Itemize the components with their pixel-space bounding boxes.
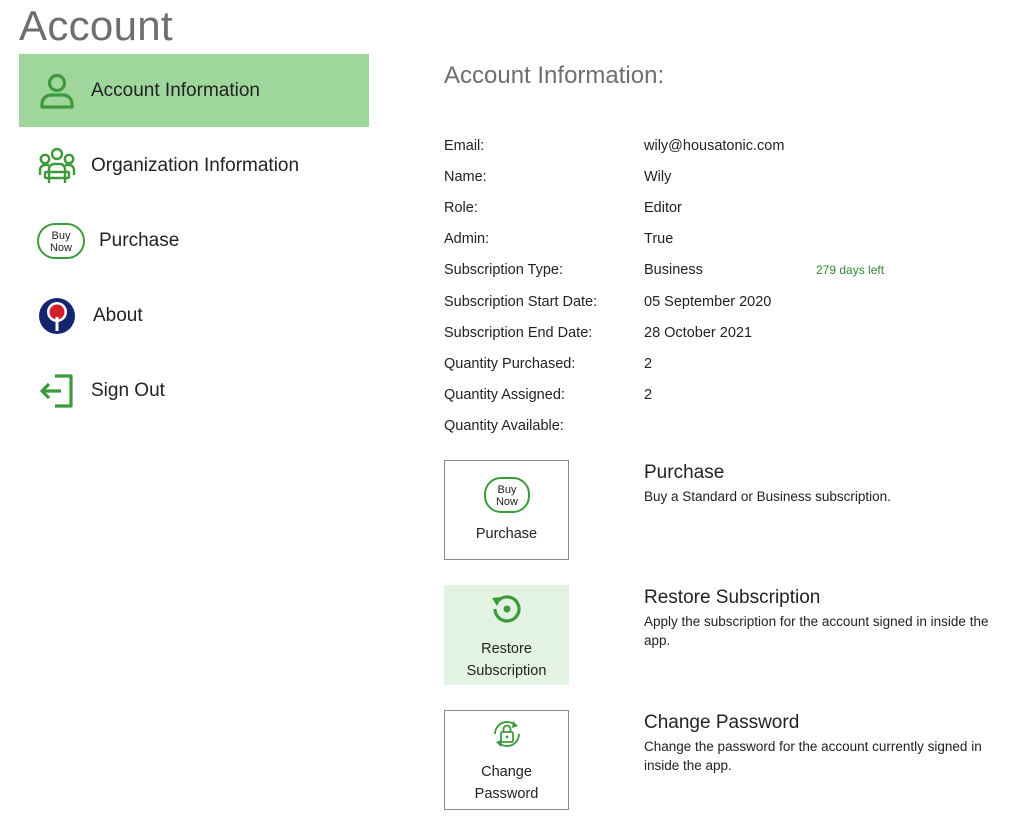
tile-label: Purchase — [475, 525, 538, 542]
field-value: 05 September 2020 — [644, 293, 772, 310]
sidebar-item-label: About — [93, 304, 143, 326]
field-label: Name: — [444, 168, 487, 185]
sidebar-item-sign-out[interactable]: Sign Out — [19, 354, 369, 427]
info-row-admin: Admin: True — [444, 224, 1004, 255]
field-value: 2 — [644, 355, 653, 372]
field-value: wily@housatonic.com — [644, 137, 785, 154]
field-label: Quantity Available: — [444, 418, 564, 435]
sidebar-item-purchase[interactable]: Buy Now Purchase — [19, 204, 369, 277]
purchase-action: Buy Now Purchase Purchase Buy a Standard… — [444, 460, 1024, 560]
tile-label-line2: Password — [474, 785, 539, 802]
info-row-name: Name: Wily — [444, 161, 1004, 192]
field-label: Subscription Start Date: — [444, 293, 598, 310]
field-value: True — [644, 231, 674, 248]
action-title: Purchase — [644, 462, 725, 483]
field-label: Email: — [444, 137, 485, 154]
sign-out-icon — [35, 369, 79, 413]
lock-refresh-icon — [487, 716, 527, 759]
field-value: Business — [644, 262, 703, 279]
restore-icon — [485, 589, 529, 636]
svg-text:Buy: Buy — [497, 484, 516, 496]
account-info-table: Email: wily@housatonic.com Name: Wily Ro… — [444, 130, 1004, 442]
tile-label-line1: Restore — [481, 640, 532, 657]
sidebar-item-about[interactable]: About — [19, 279, 369, 352]
sidebar-item-label: Organization Information — [91, 154, 300, 176]
field-value: 28 October 2021 — [644, 324, 753, 341]
info-row-subscription-end-date: Subscription End Date: 28 October 2021 — [444, 317, 1004, 348]
change-password-action: Change Password Change Password Change t… — [444, 710, 1024, 810]
tile-label-line1: Change — [481, 763, 532, 780]
days-left-badge: 279 days left — [816, 263, 885, 278]
info-row-quantity-purchased: Quantity Purchased: 2 — [444, 348, 1004, 379]
info-row-quantity-available: Quantity Available: — [444, 411, 1004, 442]
sidebar-item-organization-information[interactable]: Organization Information — [19, 129, 369, 202]
sidebar-item-label: Purchase — [99, 229, 180, 251]
account-page: Account Account Information Organization… — [0, 0, 1031, 832]
action-title: Restore Subscription — [644, 587, 821, 608]
about-logo-icon — [35, 294, 79, 338]
organization-icon — [35, 144, 79, 188]
svg-text:Now: Now — [50, 242, 72, 254]
restore-subscription-action: Restore Subscription Restore Subscriptio… — [444, 585, 1024, 685]
info-row-role: Role: Editor — [444, 192, 1004, 223]
field-label: Quantity Purchased: — [444, 355, 576, 372]
change-password-button[interactable]: Change Password — [444, 710, 569, 810]
info-row-email: Email: wily@housatonic.com — [444, 130, 1004, 161]
info-row-quantity-assigned: Quantity Assigned: 2 — [444, 380, 1004, 411]
svg-text:Now: Now — [495, 496, 517, 508]
info-row-subscription-start-date: Subscription Start Date: 05 September 20… — [444, 286, 1004, 317]
field-label: Role: — [444, 199, 478, 216]
action-text: Change Password Change the password for … — [644, 712, 1014, 775]
restore-subscription-button[interactable]: Restore Subscription — [444, 585, 569, 685]
field-label: Subscription Type: — [444, 262, 564, 279]
field-label: Subscription End Date: — [444, 324, 593, 341]
field-value: 2 — [644, 387, 653, 404]
section-heading: Account Information: — [444, 62, 665, 89]
action-description: Buy a Standard or Business subscription. — [644, 489, 891, 504]
action-description: Apply the subscription for the account s… — [644, 614, 989, 648]
action-description: Change the password for the account curr… — [644, 739, 982, 773]
info-row-subscription-type: Subscription Type: Business 279 days lef… — [444, 255, 1004, 286]
buy-now-icon: Buy Now — [483, 476, 531, 521]
buy-now-icon: Buy Now — [35, 219, 87, 263]
tile-label-line2: Subscription — [466, 662, 547, 679]
action-text: Restore Subscription Apply the subscript… — [644, 587, 1014, 650]
action-title: Change Password — [644, 712, 800, 733]
action-text: Purchase Buy a Standard or Business subs… — [644, 462, 1014, 506]
sidebar-item-label: Account Information — [91, 79, 260, 101]
field-label: Admin: — [444, 231, 490, 248]
sidebar-item-label: Sign Out — [91, 379, 165, 401]
svg-text:Buy: Buy — [52, 230, 71, 242]
purchase-button[interactable]: Buy Now Purchase — [444, 460, 569, 560]
field-value: Editor — [644, 199, 682, 216]
user-icon — [35, 69, 79, 113]
page-title: Account — [19, 2, 173, 49]
sidebar: Account Information Organization Informa… — [19, 54, 369, 429]
field-value: Wily — [644, 168, 672, 185]
sidebar-item-account-information[interactable]: Account Information — [19, 54, 369, 127]
field-label: Quantity Assigned: — [444, 387, 565, 404]
